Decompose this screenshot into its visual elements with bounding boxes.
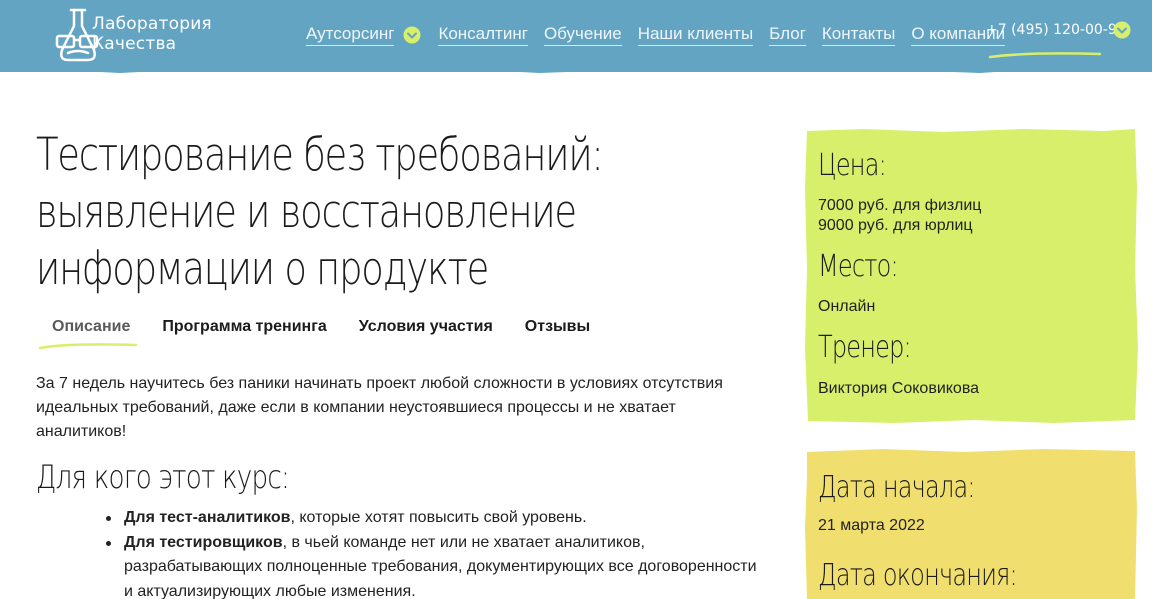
list-item: Для тест-аналитиков, которые хотят повыс…: [106, 506, 768, 531]
header-torn-edge: [0, 64, 1152, 73]
price-legal: 9000 руб. для юрлиц: [818, 217, 973, 234]
audience-text: , которые хотят повысить свой уровень.: [290, 509, 587, 526]
trainer-value[interactable]: Виктория Соковикова: [818, 379, 979, 399]
nav-consulting[interactable]: Консалтинг: [438, 24, 528, 46]
logo-line-2: Качества: [92, 34, 177, 54]
page-title: Тестирование без требований: выявление и…: [36, 128, 604, 295]
nav-blog[interactable]: Блог: [769, 24, 806, 46]
course-tabs: Описание Программа тренинга Условия учас…: [36, 318, 606, 350]
chevron-down-icon[interactable]: [1112, 20, 1132, 40]
start-date-value: 21 марта 2022: [818, 517, 925, 534]
start-date-label: Дата начала:: [818, 470, 975, 505]
nav-outsourcing[interactable]: Аутсорсинг: [306, 24, 395, 46]
active-tab-underline: [38, 343, 138, 350]
phone-link[interactable]: +7 (495) 120-00-96: [986, 22, 1126, 38]
end-date-label: Дата окончания:: [818, 558, 1018, 593]
main-nav: Аутсорсинг Консалтинг Обучение Наши клие…: [306, 24, 1021, 46]
tab-reviews[interactable]: Отзывы: [509, 318, 606, 336]
nav-training[interactable]: Обучение: [543, 24, 622, 46]
logo-text: Лаборатория Качества: [92, 14, 212, 54]
course-info-card: Цена: 7000 руб. для физлиц 9000 руб. для…: [804, 128, 1138, 424]
audience-list: Для тест-аналитиков, которые хотят повыс…: [106, 506, 768, 599]
audience-bold: Для тестировщиков: [124, 533, 283, 551]
place-label: Место:: [818, 249, 899, 284]
tab-program[interactable]: Программа тренинга: [146, 318, 342, 336]
site-logo[interactable]: Лаборатория Качества: [54, 6, 214, 64]
course-intro: За 7 недель научитесь без паники начинат…: [36, 375, 723, 440]
course-dates-card: Дата начала: 21 марта 2022 Дата окончани…: [804, 448, 1138, 599]
list-item: Для тестировщиков, в чьей команде нет ил…: [106, 531, 768, 599]
price-label: Цена:: [818, 148, 887, 183]
nav-clients[interactable]: Наши клиенты: [637, 24, 754, 46]
tab-description[interactable]: Описание: [36, 318, 146, 336]
price-individual: 7000 руб. для физлиц: [818, 197, 982, 214]
logo-line-1: Лаборатория: [92, 14, 212, 34]
audience-heading: Для кого этот курс:: [36, 458, 290, 496]
phone-underline: [988, 52, 1102, 59]
trainer-label: Тренер:: [818, 330, 912, 365]
nav-contacts[interactable]: Контакты: [821, 24, 896, 46]
tab-conditions[interactable]: Условия участия: [343, 318, 509, 336]
place-value: Онлайн: [818, 298, 876, 315]
chevron-down-icon[interactable]: [402, 25, 422, 45]
audience-bold: Для тест-аналитиков: [124, 509, 291, 526]
